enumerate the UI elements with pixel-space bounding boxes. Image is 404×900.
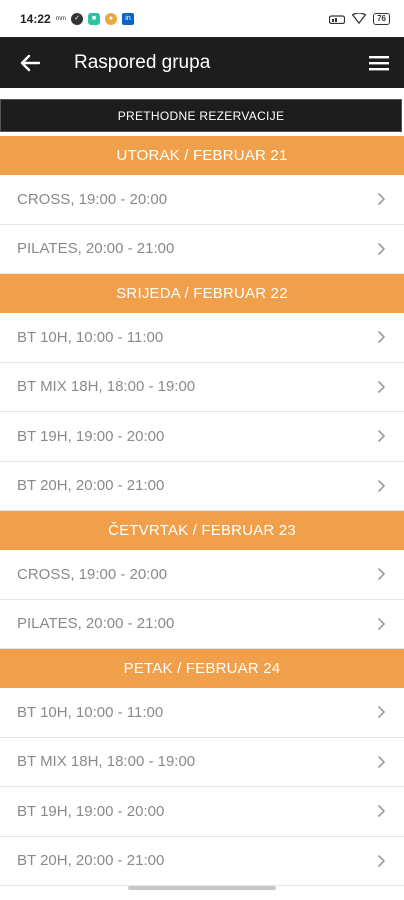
orange-app-icon: ●: [105, 12, 118, 25]
chevron-right-icon: [378, 242, 385, 255]
session-row[interactable]: PILATES, 20:00 - 21:00: [0, 600, 404, 649]
session-row[interactable]: BT MIX 18H, 18:00 - 19:00: [0, 363, 404, 412]
session-label: CROSS, 19:00 - 20:00: [17, 190, 168, 208]
day-header: UTORAK / FEBRUAR 21: [0, 136, 404, 175]
chevron-right-icon: [378, 854, 385, 867]
session-label: BT 19H, 19:00 - 20:00: [17, 427, 165, 445]
session-row[interactable]: BT 10H, 10:00 - 11:00: [0, 313, 404, 363]
menu-button[interactable]: [368, 52, 390, 74]
session-row[interactable]: CROSS, 19:00 - 20:00: [0, 175, 404, 225]
status-right: 76: [329, 12, 390, 25]
session-label: BT MIX 18H, 18:00 - 19:00: [17, 753, 196, 771]
chevron-right-icon: [378, 479, 385, 492]
chevron-right-icon: [378, 331, 385, 344]
back-button[interactable]: [18, 51, 42, 75]
session-row[interactable]: BT 19H, 19:00 - 20:00: [0, 412, 404, 462]
signal-dots-icon: ᵐᵐ: [55, 13, 67, 24]
home-indicator[interactable]: [128, 886, 276, 890]
session-label: CROSS, 19:00 - 20:00: [17, 565, 168, 583]
battery-icon: 76: [373, 12, 390, 25]
hamburger-menu-icon: [369, 55, 389, 70]
session-row[interactable]: CROSS, 19:00 - 20:00: [0, 550, 404, 600]
chevron-right-icon: [378, 755, 385, 768]
session-row[interactable]: PILATES, 20:00 - 21:00: [0, 225, 404, 274]
day-header: SRIJEDA / FEBRUAR 22: [0, 274, 404, 313]
session-row[interactable]: BT 19H, 19:00 - 20:00: [0, 787, 404, 837]
session-label: BT MIX 18H, 18:00 - 19:00: [17, 378, 196, 396]
chevron-right-icon: [378, 706, 385, 719]
status-left: 14:22 ᵐᵐ ✓ ■ ● in: [20, 11, 135, 26]
chevron-right-icon: [378, 805, 385, 818]
app-notification-icon: ■: [88, 12, 101, 25]
chevron-right-icon: [378, 193, 385, 206]
linkedin-icon: in: [122, 12, 135, 25]
session-row[interactable]: BT 20H, 20:00 - 21:00: [0, 462, 404, 511]
session-label: BT 20H, 20:00 - 21:00: [17, 852, 165, 870]
session-label: BT 10H, 10:00 - 11:00: [17, 328, 164, 346]
chevron-right-icon: [378, 430, 385, 443]
session-label: BT 10H, 10:00 - 11:00: [17, 703, 164, 721]
session-row[interactable]: BT 20H, 20:00 - 21:00: [0, 837, 404, 886]
session-row[interactable]: BT MIX 18H, 18:00 - 19:00: [0, 738, 404, 787]
arrow-left-icon: [20, 54, 40, 71]
day-header: PETAK / FEBRUAR 24: [0, 649, 404, 688]
chevron-right-icon: [378, 380, 385, 393]
session-label: BT 19H, 19:00 - 20:00: [17, 802, 165, 820]
status-bar: 14:22 ᵐᵐ ✓ ■ ● in 76: [0, 0, 404, 37]
cellular-signal-icon: [329, 15, 346, 24]
previous-reservations-wrapper: PRETHODNE REZERVACIJE: [0, 88, 404, 136]
page-title: Raspored grupa: [74, 51, 211, 73]
previous-reservations-button[interactable]: PRETHODNE REZERVACIJE: [0, 99, 402, 132]
schedule-list: UTORAK / FEBRUAR 21 CROSS, 19:00 - 20:00 P…: [0, 136, 404, 886]
chevron-right-icon: [378, 568, 385, 581]
session-row[interactable]: BT 10H, 10:00 - 11:00: [0, 688, 404, 738]
wifi-icon: [351, 13, 367, 24]
session-label: BT 20H, 20:00 - 21:00: [17, 477, 165, 495]
session-label: PILATES, 20:00 - 21:00: [17, 615, 175, 633]
status-time: 14:22: [20, 11, 51, 26]
chevron-right-icon: [378, 617, 385, 630]
day-header: ČETVRTAK / FEBRUAR 23: [0, 511, 404, 550]
messenger-icon: ✓: [71, 12, 84, 25]
session-label: PILATES, 20:00 - 21:00: [17, 240, 175, 258]
app-bar: Raspored grupa: [0, 37, 404, 88]
